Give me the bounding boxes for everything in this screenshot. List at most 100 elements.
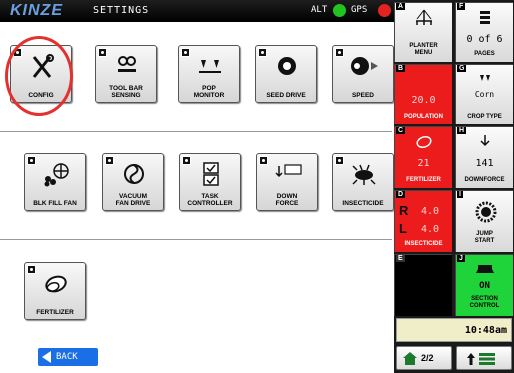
tile-label: TOOL BAR SENSING: [109, 85, 143, 99]
gps-status-indicator: [378, 4, 391, 17]
home-page-button[interactable]: 2/2: [396, 346, 452, 370]
tile-label: BLK FILL FAN: [33, 200, 77, 207]
cell-caption: DOWNFORCE: [464, 177, 505, 183]
insecticide-status-button[interactable]: D R 4.0 L 4.0 INSECTICIDE: [394, 190, 452, 252]
seed-icon: [480, 75, 490, 81]
speed-tile[interactable]: SPEED: [332, 45, 394, 103]
slot-letter: E: [396, 255, 405, 262]
cell-caption: JUMP START: [474, 231, 495, 244]
fertilizer-tile[interactable]: FERTILIZER: [24, 262, 86, 320]
tile-corner-icon: [27, 265, 36, 274]
alt-status-indicator: [333, 4, 346, 17]
tile-label: FERTILIZER: [36, 309, 74, 316]
blk-fill-fan-tile[interactable]: BLK FILL FAN: [24, 153, 86, 211]
page-indicator: 2/2: [421, 353, 434, 363]
page-title: SETTINGS: [93, 5, 150, 16]
weight-icon: [480, 135, 490, 147]
list-icon: [480, 11, 490, 24]
section-control-icon: [476, 265, 494, 273]
fertilizer-value: 21: [417, 158, 430, 169]
cell-caption: SECTION CONTROL: [469, 296, 500, 309]
slot-letter: C: [396, 127, 406, 134]
fan-icon: [44, 163, 69, 187]
population-button[interactable]: B 20.0 POPULATION: [394, 64, 452, 124]
alt-label: ALT: [311, 5, 328, 15]
kinze-logo: KINZE: [10, 2, 63, 19]
population-value: 20.0: [411, 95, 436, 106]
cell-caption: FERTILIZER: [406, 177, 441, 183]
tile-label: POP MONITOR: [193, 85, 225, 99]
back-button[interactable]: BACK: [38, 348, 98, 366]
section-divider: [0, 131, 392, 132]
weight-icon: [275, 164, 302, 178]
slot-letter: J: [457, 255, 465, 262]
tile-corner-icon: [335, 156, 344, 165]
tile-label: DOWN FORCE: [275, 193, 299, 207]
section-control-value: ON: [479, 281, 490, 291]
slot-letter: B: [396, 65, 406, 72]
empty-slot-e[interactable]: E: [394, 254, 452, 316]
config-highlight-circle: [5, 36, 73, 116]
right-row-label: R: [399, 203, 409, 218]
seed-drive-tile[interactable]: SEED DRIVE: [255, 45, 317, 103]
task-controller-tile[interactable]: TASK CONTROLLER: [179, 153, 241, 211]
up-arrow-menu-icon: [467, 353, 495, 365]
crop-type-button[interactable]: G Corn CROP TYPE: [455, 64, 513, 124]
fertilizer-icon: [416, 135, 432, 149]
sensor-icon: [118, 56, 136, 72]
fertilizer-icon: [45, 275, 67, 293]
speed-sensor-icon: [351, 57, 378, 75]
pages-button[interactable]: F 0 of 6 PAGES: [455, 2, 513, 62]
section-control-button[interactable]: J ON SECTION CONTROL: [455, 254, 513, 316]
tile-label: TASK CONTROLLER: [187, 193, 233, 207]
tool-bar-sensing-tile[interactable]: TOOL BAR SENSING: [95, 45, 157, 103]
clock: 10:48am: [396, 318, 512, 342]
cell-caption: PLANTER MENU: [409, 43, 438, 56]
tile-label: VACUUM FAN DRIVE: [115, 193, 151, 207]
tile-corner-icon: [259, 156, 268, 165]
slot-letter: A: [396, 3, 406, 10]
gps-label: GPS: [351, 5, 368, 15]
tile-corner-icon: [105, 156, 114, 165]
planter-menu-button[interactable]: A PLANTER MENU: [394, 2, 452, 62]
slot-letter: F: [457, 3, 466, 10]
slot-letter: D: [396, 191, 406, 198]
cell-caption: POPULATION: [404, 114, 443, 120]
seed-drive-icon: [278, 57, 296, 75]
cell-caption: PAGES: [474, 51, 495, 57]
vacuum-fan-icon: [124, 164, 144, 184]
tile-corner-icon: [181, 48, 190, 57]
jump-start-button[interactable]: I JUMP START: [455, 190, 513, 252]
downforce-value: 141: [475, 158, 494, 169]
vacuum-fan-drive-tile[interactable]: VACUUM FAN DRIVE: [102, 153, 164, 211]
pop-monitor-tile[interactable]: POP MONITOR: [178, 45, 240, 103]
crop-type-value: Corn: [474, 90, 495, 99]
section-divider: [0, 239, 392, 240]
slot-letter: H: [457, 127, 467, 134]
back-button-label: BACK: [56, 352, 78, 362]
top-bar: KINZE SETTINGS ALT GPS: [0, 0, 394, 22]
planter-icon: [416, 9, 432, 25]
insecticide-tile[interactable]: INSECTICIDE: [332, 153, 394, 211]
downforce-button[interactable]: H 141 DOWNFORCE: [455, 126, 513, 188]
slot-letter: G: [457, 65, 467, 72]
pages-value: 0 of 6: [466, 34, 503, 45]
tile-corner-icon: [335, 48, 344, 57]
tile-label: INSECTICIDE: [342, 200, 384, 207]
right-row-value: 4.0: [421, 206, 440, 217]
tile-label: SPEED: [351, 92, 375, 99]
checklist-icon: [203, 162, 219, 186]
gauge-icon: [475, 201, 497, 223]
cell-caption: CROP TYPE: [467, 114, 502, 120]
seed-monitor-icon: [199, 60, 221, 73]
tile-corner-icon: [98, 48, 107, 57]
tile-corner-icon: [258, 48, 267, 57]
tile-corner-icon: [27, 156, 36, 165]
next-page-button[interactable]: [456, 346, 512, 370]
tile-label: SEED DRIVE: [266, 92, 306, 99]
down-force-tile[interactable]: DOWN FORCE: [256, 153, 318, 211]
fertilizer-status-button[interactable]: C 21 FERTILIZER: [394, 126, 452, 188]
left-row-label: L: [399, 221, 407, 236]
cell-caption: INSECTICIDE: [404, 241, 443, 247]
home-icon: [403, 352, 417, 365]
